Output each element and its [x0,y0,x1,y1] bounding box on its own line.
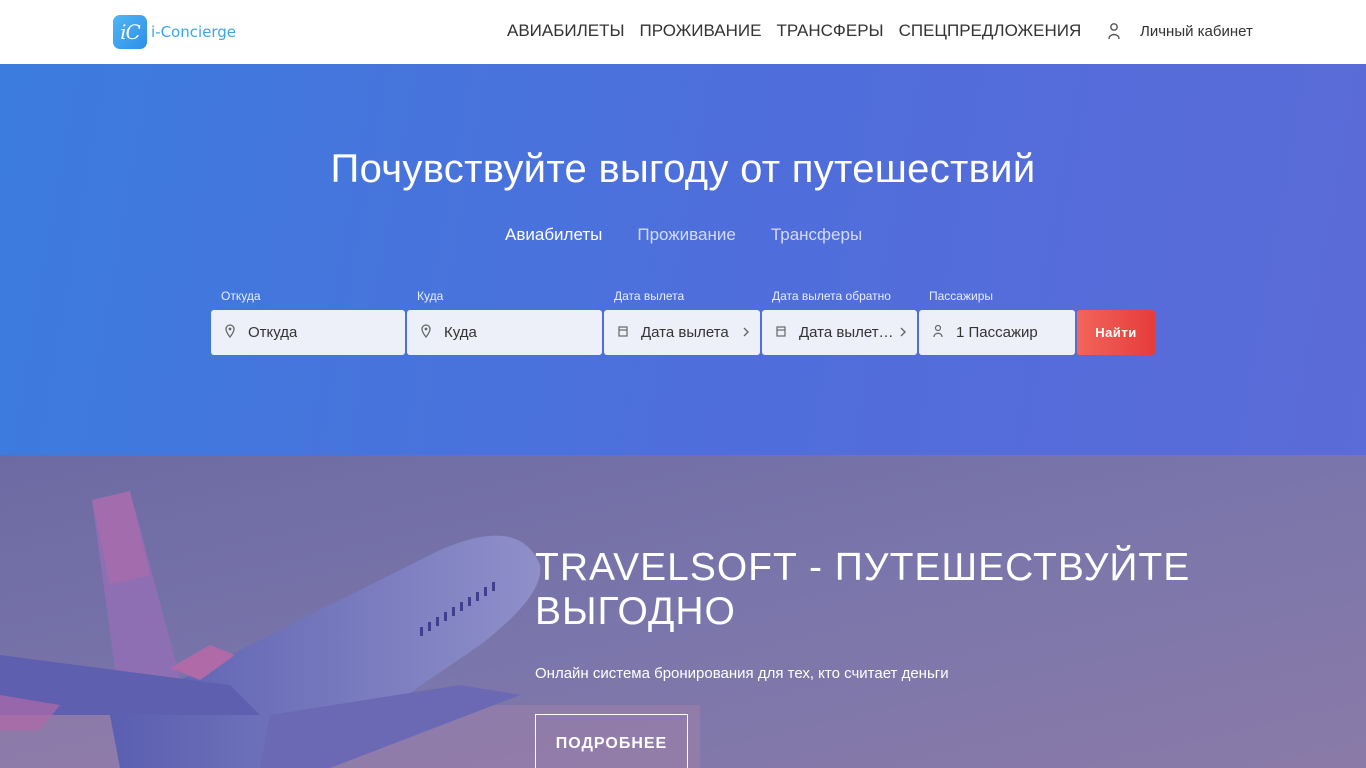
from-value: Откуда [248,324,298,341]
hero-search: Почувствуйте выгоду от путешествий Авиаб… [0,64,1366,455]
passengers-value: 1 Пассажир [956,324,1038,341]
to-value: Куда [444,324,477,341]
from-label: Откуда [221,289,261,303]
location-pin-icon [225,324,235,338]
passengers-field[interactable]: 1 Пассажир [919,310,1075,355]
depart-date-value: Дата вылета [641,324,729,341]
logo-mark: iC [113,15,147,49]
passengers-label: Пассажиры [929,289,994,303]
nav-item-flights[interactable]: АВИАБИЛЕТЫ [507,20,625,42]
hero-title: Почувствуйте выгоду от путешествий [330,147,1036,191]
nav-item-special-offers[interactable]: СПЕЦПРЕДЛОЖЕНИЯ [899,20,1082,42]
search-button[interactable]: Найти [1077,310,1155,355]
return-date-field[interactable]: Дата вылета обратно [762,310,917,355]
user-icon[interactable] [1108,22,1120,40]
search-tabs: Авиабилеты Проживание Трансферы [505,225,862,245]
logo[interactable]: iC i-Concierge [113,15,236,49]
chevron-right-icon [900,327,906,337]
promo-title: TRAVELSOFT - ПУТЕШЕСТВУЙТЕ ВЫГОДНО [535,546,1191,633]
tab-transfers[interactable]: Трансферы [771,225,862,245]
more-button[interactable]: ПОДРОБНЕЕ [535,714,688,768]
calendar-icon [618,326,628,337]
return-date-label: Дата вылета обратно [772,289,891,303]
user-icon [933,324,943,338]
tab-accommodation[interactable]: Проживание [637,225,735,245]
location-pin-icon [421,324,431,338]
promo-section: TRAVELSOFT - ПУТЕШЕСТВУЙТЕ ВЫГОДНО Онлай… [0,455,1366,768]
promo-subtitle: Онлайн система бронирования для тех, кто… [535,665,949,682]
chevron-right-icon [743,327,749,337]
nav-item-accommodation[interactable]: ПРОЖИВАНИЕ [640,20,762,42]
site-header: iC i-Concierge АВИАБИЛЕТЫ ПРОЖИВАНИЕ ТРА… [0,0,1366,64]
depart-date-field[interactable]: Дата вылета [604,310,760,355]
from-field[interactable]: Откуда [211,310,405,355]
calendar-icon [776,326,786,337]
tab-flights[interactable]: Авиабилеты [505,225,602,245]
main-nav: АВИАБИЛЕТЫ ПРОЖИВАНИЕ ТРАНСФЕРЫ СПЕЦПРЕД… [507,20,1081,42]
logo-text: i-Concierge [151,23,237,41]
nav-item-transfers[interactable]: ТРАНСФЕРЫ [776,20,883,42]
personal-account-link[interactable]: Личный кабинет [1140,23,1253,40]
to-field[interactable]: Куда [407,310,602,355]
to-label: Куда [417,289,444,303]
return-date-value: Дата вылета обратно [799,324,899,341]
depart-date-label: Дата вылета [614,289,685,303]
